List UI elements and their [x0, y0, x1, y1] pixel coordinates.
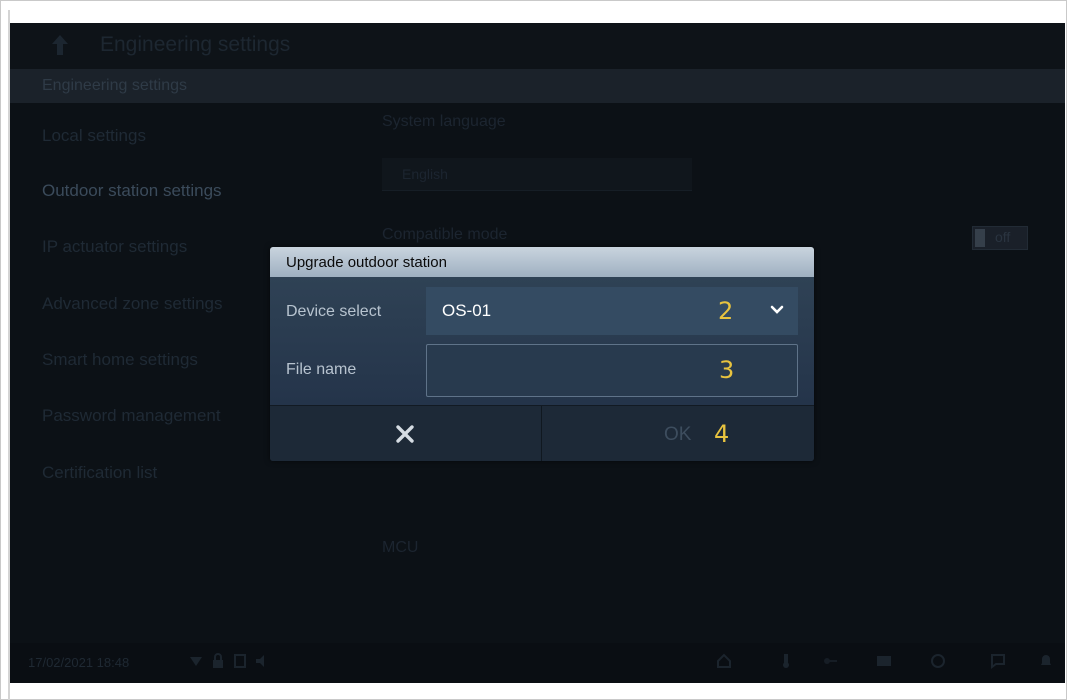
system-language-select[interactable]: English	[382, 158, 692, 191]
chat-icon[interactable]	[990, 653, 1006, 669]
page-title: Engineering settings	[100, 33, 291, 56]
toggle-state: off	[995, 229, 1011, 245]
sidebar-item-outdoor-station-settings[interactable]: Outdoor station settings	[42, 181, 222, 201]
ok-button[interactable]: OK 4	[542, 406, 814, 461]
system-language-label: System language	[382, 113, 506, 130]
cancel-button[interactable]	[270, 406, 541, 461]
up-arrow-icon[interactable]	[50, 33, 70, 57]
close-icon	[396, 425, 414, 443]
dialog-title: Upgrade outdoor station	[286, 254, 447, 271]
top-bar: Engineering settings	[10, 23, 1065, 69]
dialog-footer: OK 4	[270, 405, 814, 461]
toggle-knob	[975, 229, 985, 247]
ok-button-label: OK	[664, 424, 692, 445]
device-select-value: OS-01	[442, 301, 492, 320]
compatible-mode-label: Compatible mode	[382, 226, 508, 243]
sidebar-item-local-settings[interactable]: Local settings	[42, 126, 146, 146]
sidebar-item-ip-actuator-settings[interactable]: IP actuator settings	[42, 237, 187, 257]
sidebar-item-password-management[interactable]: Password management	[42, 406, 221, 426]
device-select-label: Device select	[286, 303, 382, 320]
bell-icon[interactable]	[1038, 653, 1054, 669]
compatible-mode-toggle[interactable]: off	[972, 226, 1028, 250]
chevron-down-icon[interactable]	[770, 305, 784, 315]
home-icon[interactable]	[716, 653, 732, 669]
mcu-label: MCU	[382, 539, 419, 556]
upgrade-outdoor-station-dialog: Upgrade outdoor station Device select OS…	[270, 247, 814, 461]
status-bar: 17/02/2021 18:48	[10, 643, 1065, 683]
section-header: Engineering settings	[10, 69, 1065, 103]
thermometer-icon[interactable]	[778, 653, 794, 669]
file-name-label: File name	[286, 361, 357, 378]
sidebar-item-certification-list[interactable]: Certification list	[42, 463, 157, 483]
device-select-dropdown[interactable]: OS-01 2	[426, 287, 798, 335]
file-name-field[interactable]: 3	[426, 344, 798, 397]
storage-icon	[234, 654, 246, 668]
dialog-header: Upgrade outdoor station	[270, 247, 814, 277]
annotation-marker-4: 4	[714, 420, 730, 448]
key-icon[interactable]	[822, 653, 838, 669]
message-icon[interactable]	[876, 653, 892, 669]
history-icon[interactable]	[930, 653, 946, 669]
status-datetime: 17/02/2021 18:48	[28, 655, 130, 670]
annotation-marker-3: 3	[719, 356, 735, 384]
sidebar-item-advanced-zone-settings[interactable]: Advanced zone settings	[42, 294, 223, 314]
lock-icon	[213, 653, 223, 668]
sidebar-item-smart-home-settings[interactable]: Smart home settings	[42, 350, 198, 370]
annotation-marker-2: 2	[718, 297, 734, 325]
dialog-body: Device select OS-01 2 File name 3	[270, 277, 814, 405]
speaker-icon	[256, 655, 264, 667]
section-title: Engineering settings	[42, 77, 187, 94]
wifi-icon	[190, 657, 202, 666]
system-language-value: English	[402, 166, 448, 182]
